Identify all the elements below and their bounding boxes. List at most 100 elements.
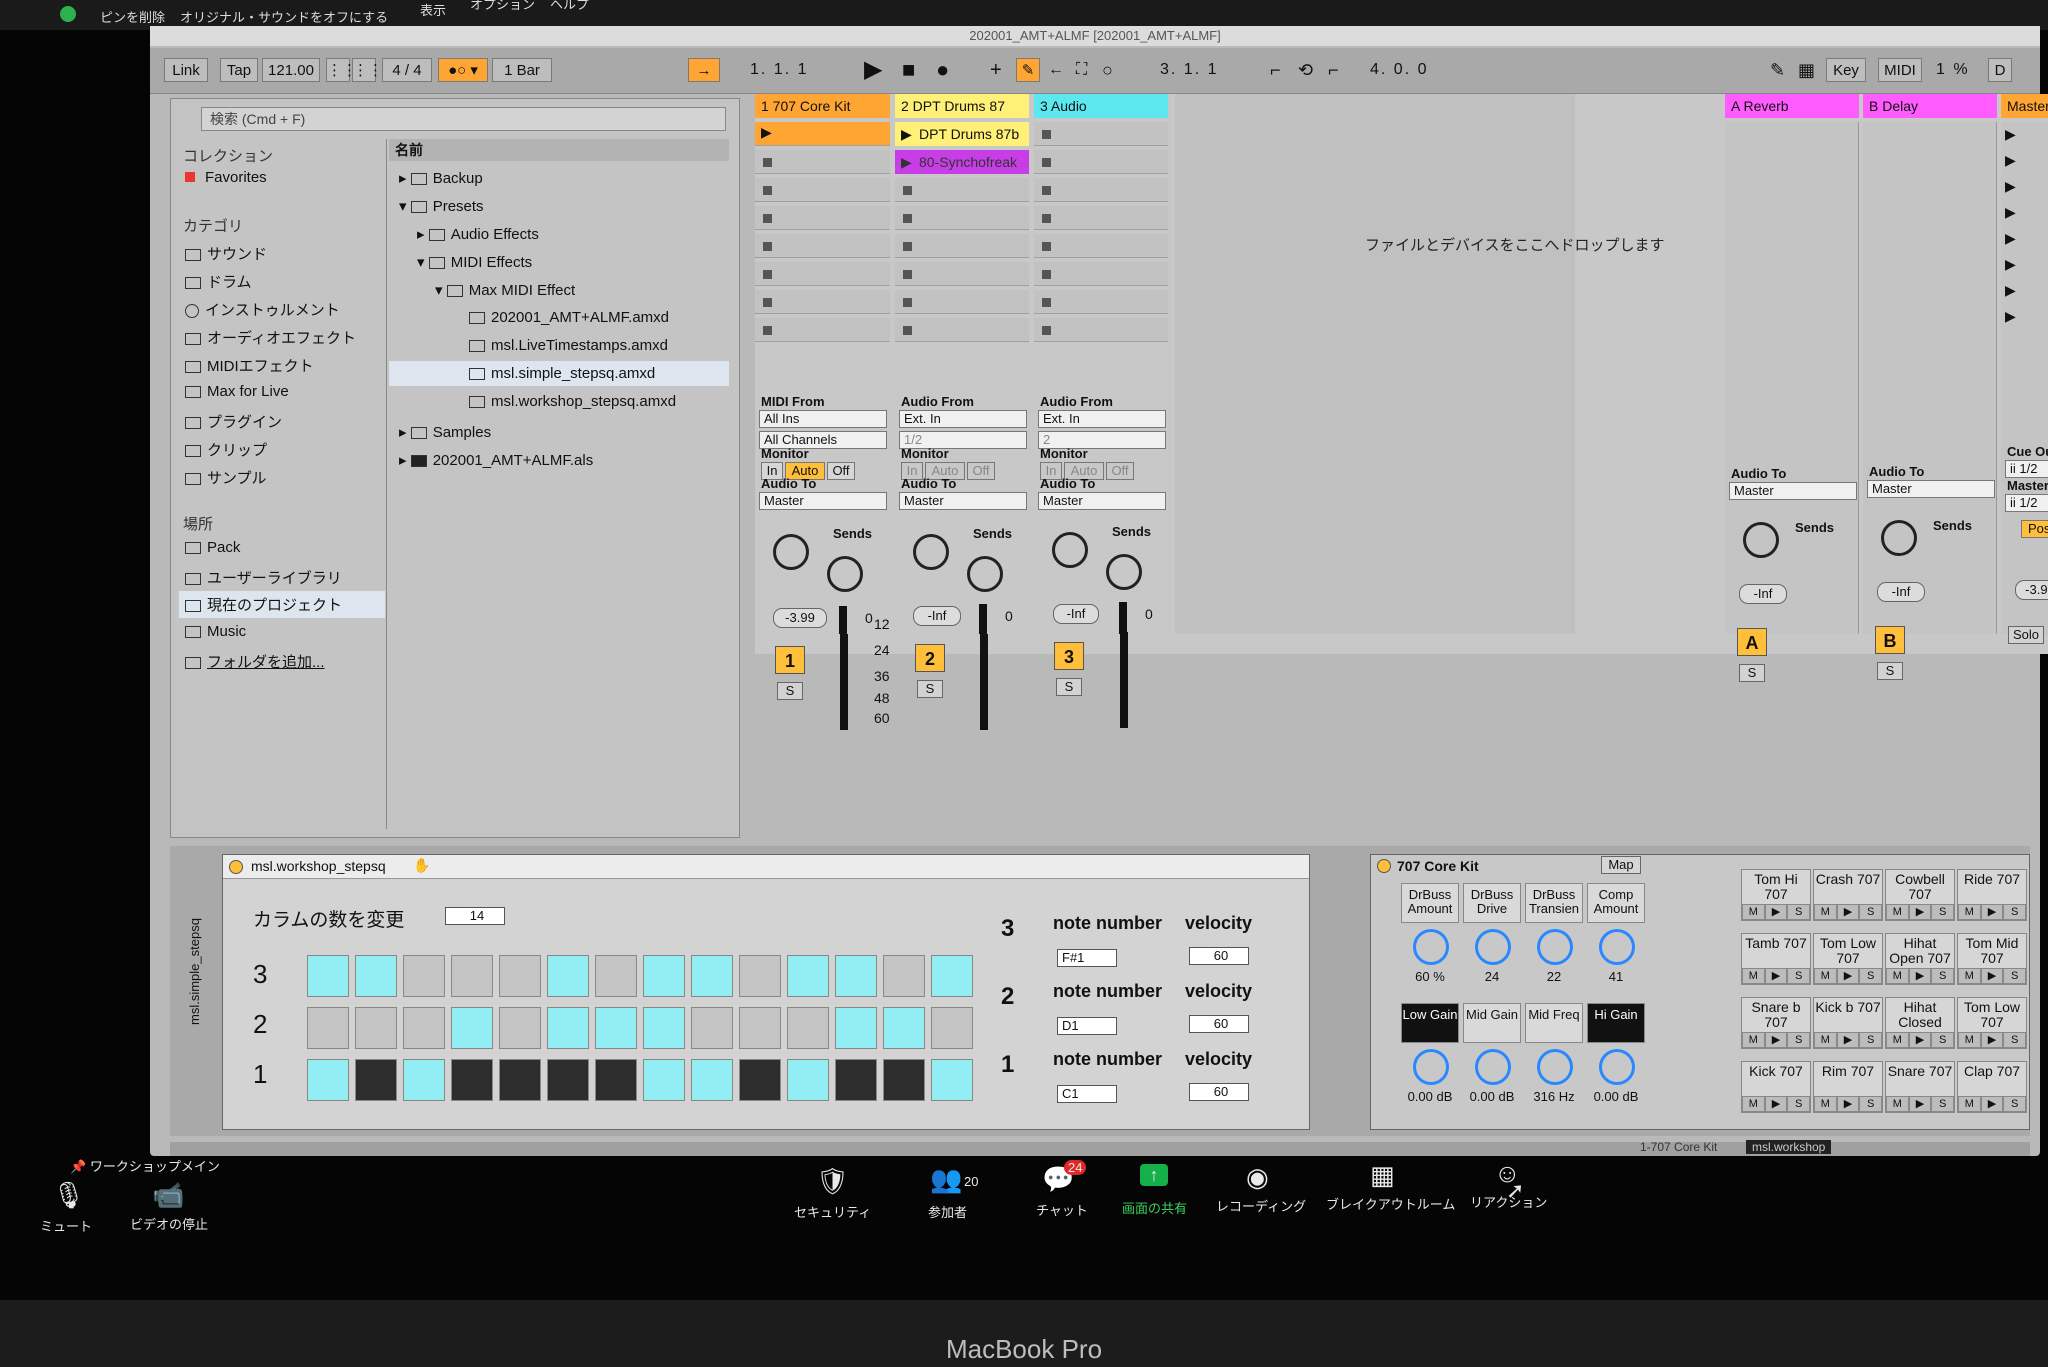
- participants-label[interactable]: 参加者: [928, 1202, 967, 1221]
- clip-slot[interactable]: [1034, 178, 1168, 202]
- list-item[interactable]: ▸ Backup: [399, 169, 483, 187]
- audio-to-select[interactable]: Master: [1729, 482, 1857, 500]
- chat-label[interactable]: チャット: [1036, 1200, 1088, 1219]
- pad-button[interactable]: S: [1931, 968, 1955, 984]
- sidebar-item-favorites[interactable]: Favorites: [185, 169, 267, 186]
- input-type-select[interactable]: Ext. In: [899, 410, 1027, 428]
- pad-button[interactable]: S: [1787, 904, 1811, 920]
- sidebar-item-drums[interactable]: ドラム: [185, 271, 252, 292]
- drum-pad[interactable]: Tamb 707 M ▶ S: [1741, 933, 1811, 985]
- pad-button[interactable]: ▶: [1764, 968, 1788, 984]
- drum-pad[interactable]: Hihat Closed M ▶ S: [1885, 997, 1955, 1049]
- clip-slot[interactable]: [895, 178, 1029, 202]
- loop-length-field[interactable]: 4. 0. 0: [1370, 58, 1470, 82]
- sidebar-item-plugins[interactable]: プラグイン: [185, 411, 282, 432]
- post-button[interactable]: Post: [2021, 520, 2048, 538]
- sidebar-item-samples[interactable]: サンプル: [185, 467, 267, 488]
- macro-1-knob[interactable]: [1413, 929, 1449, 965]
- track-activator-1[interactable]: 1: [775, 646, 805, 674]
- clip-slot[interactable]: [755, 290, 890, 314]
- pad-button[interactable]: M: [1814, 904, 1837, 920]
- pad-button[interactable]: ▶: [1836, 968, 1860, 984]
- step-cell[interactable]: [355, 1007, 397, 1049]
- send-a-knob[interactable]: [1743, 522, 1779, 558]
- quantization-select[interactable]: 1 Bar: [492, 58, 552, 82]
- pad-button[interactable]: S: [1931, 1032, 1955, 1048]
- automation-arm-icon[interactable]: ✎: [1016, 58, 1040, 82]
- nudge-down-button[interactable]: ⋮⋮: [326, 58, 357, 82]
- sidebar-item-instruments[interactable]: インストゥルメント: [185, 299, 340, 320]
- pad-button[interactable]: M: [1742, 904, 1765, 920]
- pad-button[interactable]: S: [2003, 1096, 2027, 1112]
- scene-launch-6[interactable]: ▶6: [2005, 256, 2048, 276]
- pad-button[interactable]: ▶: [1764, 1096, 1788, 1112]
- step-cell[interactable]: [787, 1059, 829, 1101]
- search-input[interactable]: 検索 (Cmd + F): [201, 107, 726, 131]
- audio-to-select[interactable]: Master: [759, 492, 887, 510]
- list-item[interactable]: msl.LiveTimestamps.amxd: [469, 337, 668, 354]
- velocity-box[interactable]: 60: [1189, 947, 1249, 965]
- help-menu[interactable]: ヘルプ: [550, 0, 589, 13]
- track-header-1[interactable]: 1 707 Core Kit: [755, 94, 890, 118]
- input-type-select[interactable]: Ext. In: [1038, 410, 1166, 428]
- macro-8-knob[interactable]: [1599, 1049, 1635, 1085]
- return-header-a[interactable]: A Reverb: [1725, 94, 1859, 118]
- step-cell[interactable]: [739, 955, 781, 997]
- pad-button[interactable]: S: [1859, 1032, 1883, 1048]
- step-cell[interactable]: [739, 1059, 781, 1101]
- pad-button[interactable]: M: [1742, 1032, 1765, 1048]
- clip-slot[interactable]: [895, 234, 1029, 258]
- track-activator-2[interactable]: 2: [915, 644, 945, 672]
- microphone-icon[interactable]: 🎙: [52, 1180, 85, 1211]
- pad-button[interactable]: ▶: [1980, 1096, 2004, 1112]
- send-a-knob[interactable]: [913, 534, 949, 570]
- pad-button[interactable]: S: [1931, 904, 1955, 920]
- video-camera-icon[interactable]: 📹: [152, 1180, 184, 1211]
- computer-keyboard-icon[interactable]: ▦: [1798, 58, 1818, 82]
- drum-pad[interactable]: Rim 707 M ▶ S: [1813, 1061, 1883, 1113]
- time-signature-field[interactable]: 4 / 4: [382, 58, 432, 82]
- return-activator-b[interactable]: B: [1875, 626, 1905, 654]
- clip[interactable]: ▶ DPT Drums 87b: [895, 122, 1029, 146]
- stop-icon[interactable]: ■: [902, 58, 918, 82]
- step-cell[interactable]: [595, 1007, 637, 1049]
- drum-pad[interactable]: Kick b 707 M ▶ S: [1813, 997, 1883, 1049]
- step-cell[interactable]: [835, 1007, 877, 1049]
- follow-button[interactable]: →: [688, 58, 720, 82]
- device-power-icon[interactable]: [1377, 859, 1391, 873]
- clip-slot[interactable]: [755, 262, 890, 286]
- volume-field[interactable]: -Inf: [1877, 582, 1925, 602]
- pad-button[interactable]: ▶: [1980, 968, 2004, 984]
- pad-button[interactable]: S: [1787, 968, 1811, 984]
- security-shield-icon[interactable]: 🛡: [816, 1166, 849, 1197]
- scene-launch-7[interactable]: ▶7: [2005, 282, 2048, 302]
- volume-field[interactable]: -3.99: [773, 608, 827, 628]
- scene-launch-5[interactable]: ▶5: [2005, 230, 2048, 250]
- list-item[interactable]: ▾ Max MIDI Effect: [435, 281, 575, 299]
- pad-button[interactable]: ▶: [1908, 1096, 1932, 1112]
- step-cell[interactable]: [883, 1007, 925, 1049]
- midi-map-button[interactable]: MIDI: [1878, 58, 1922, 82]
- drum-pad[interactable]: Ride 707 M ▶ S: [1957, 869, 2027, 921]
- note-number-box[interactable]: D1: [1057, 1017, 1117, 1035]
- pad-button[interactable]: M: [1958, 1096, 1981, 1112]
- sidebar-item-max-for-live[interactable]: Max for Live: [185, 383, 289, 400]
- sidebar-item-music[interactable]: Music: [185, 623, 246, 640]
- sidebar-item-clips[interactable]: クリップ: [185, 439, 267, 460]
- step-cell[interactable]: [595, 955, 637, 997]
- clip-slot[interactable]: [895, 262, 1029, 286]
- audio-to-select[interactable]: Master: [1867, 480, 1995, 498]
- d-button[interactable]: D: [1988, 58, 2012, 82]
- velocity-box[interactable]: 60: [1189, 1015, 1249, 1033]
- clip-slot[interactable]: [895, 290, 1029, 314]
- drum-pad[interactable]: Tom Low 707 M ▶ S: [1813, 933, 1883, 985]
- monitor-off-button[interactable]: Off: [967, 462, 995, 480]
- solo-button[interactable]: S: [1056, 678, 1082, 696]
- pad-button[interactable]: M: [1958, 904, 1981, 920]
- punch-out-icon[interactable]: ⌐: [1328, 58, 1341, 82]
- participants-icon[interactable]: 👥: [930, 1164, 962, 1195]
- play-icon[interactable]: ▶: [864, 58, 885, 82]
- volume-field[interactable]: -3.99: [2015, 580, 2048, 600]
- capture-icon[interactable]: ⛶: [1076, 58, 1090, 82]
- step-cell[interactable]: [307, 1059, 349, 1101]
